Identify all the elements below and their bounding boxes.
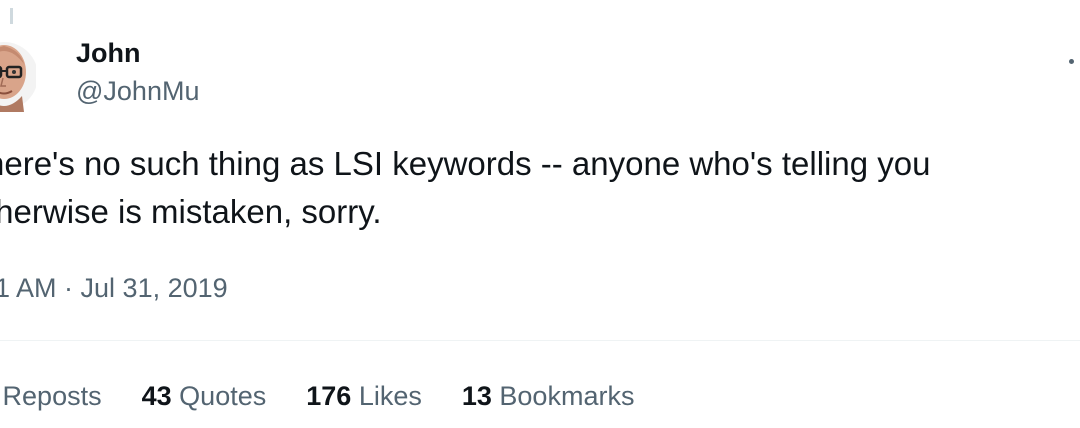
author-handle[interactable]: @JohnMu xyxy=(76,74,199,108)
tweet-timestamp[interactable]: 01 AM · Jul 31, 2019 xyxy=(0,268,228,308)
author-display-name[interactable]: John xyxy=(76,36,199,70)
stat-quotes-label: Quotes xyxy=(179,381,267,411)
stat-bookmarks[interactable]: 13 Bookmarks xyxy=(462,376,635,416)
stat-likes[interactable]: 176 Likes xyxy=(306,376,422,416)
stat-quotes-value: 43 xyxy=(141,381,172,411)
stat-reposts[interactable]: 5 Reposts xyxy=(0,376,102,416)
stat-quotes[interactable]: 43 Quotes xyxy=(142,376,267,416)
stat-bookmarks-value: 13 xyxy=(461,381,492,411)
avatar-icon xyxy=(0,42,36,112)
author-block: John @JohnMu xyxy=(76,36,199,108)
avatar[interactable] xyxy=(0,36,36,112)
engagement-stats: 5 Reposts 43 Quotes 176 Likes 13 Bookmar… xyxy=(0,376,635,416)
stat-likes-value: 176 xyxy=(306,381,352,411)
stat-bookmarks-label: Bookmarks xyxy=(499,381,635,411)
stat-reposts-label: Reposts xyxy=(2,381,102,411)
divider xyxy=(0,340,1080,341)
stat-likes-label: Likes xyxy=(358,381,422,411)
more-icon xyxy=(1069,59,1074,64)
thread-connector-line xyxy=(10,8,13,24)
more-options-button[interactable] xyxy=(1062,52,1080,70)
tweet-text: here's no such thing as LSI keywords -- … xyxy=(0,145,931,230)
